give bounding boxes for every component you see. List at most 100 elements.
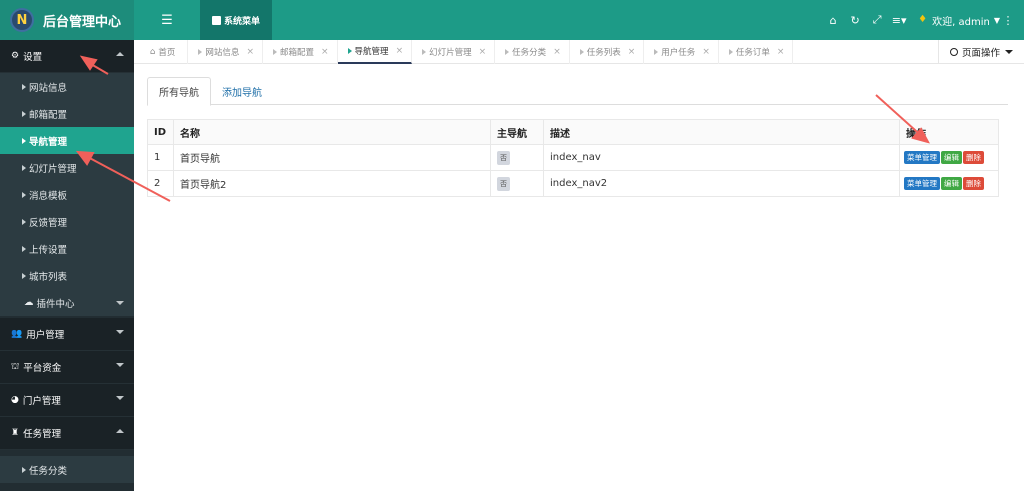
cell-main-nav: 否 <box>490 170 544 197</box>
tab-email-config[interactable]: 邮箱配置 × <box>263 40 338 64</box>
caret-right-icon <box>272 49 277 55</box>
caret-right-icon <box>579 49 584 55</box>
sidebar-group-label: 设置 <box>23 52 43 63</box>
sidebar-item-label: 消息模板 <box>29 190 68 202</box>
sidebar-toggle-icon[interactable]: ☰ <box>134 0 200 40</box>
edit-button[interactable]: 编辑 <box>941 177 962 190</box>
sidebar-group-settings[interactable]: ⚙ 设置 <box>0 40 134 73</box>
tab-label: 导航管理 <box>354 47 389 57</box>
sidebar-item-label: 网站信息 <box>29 82 68 94</box>
pie-icon: ◕ <box>11 395 19 405</box>
tasks-icon: ♜ <box>11 428 20 438</box>
caret-right-icon <box>728 49 733 55</box>
tab-user-tasks[interactable]: 用户任务 × <box>644 40 719 64</box>
top-header: N 后台管理中心 ☰ 系统菜单 ⌂ ↻ ⤢ ≡▾ ♦ 欢迎, admin ▼ ⋮ <box>0 0 1024 40</box>
sidebar-item-slides[interactable]: 幻灯片管理 <box>0 154 134 181</box>
caret-down-icon <box>116 396 124 400</box>
sidebar-item-label: 任务分类 <box>29 465 68 477</box>
sidebar-item-feedback[interactable]: 反馈管理 <box>0 208 134 235</box>
caret-right-icon <box>198 49 203 55</box>
close-icon[interactable]: × <box>321 47 329 57</box>
sidebar-group-label: 平台资金 <box>23 363 62 374</box>
menu-manage-button[interactable]: 菜单管理 <box>904 151 940 164</box>
sidebar-item-email-config[interactable]: 邮箱配置 <box>0 100 134 127</box>
tab-label: 用户任务 <box>661 48 696 58</box>
fullscreen-icon[interactable]: ⤢ <box>866 13 888 27</box>
edit-button[interactable]: 编辑 <box>941 151 962 164</box>
close-icon[interactable]: × <box>702 47 710 57</box>
close-icon[interactable]: × <box>246 47 254 57</box>
close-icon[interactable]: × <box>777 47 785 57</box>
system-menu-button[interactable]: 系统菜单 <box>200 0 273 40</box>
caret-right-icon <box>505 49 510 55</box>
tab-task-category[interactable]: 任务分类 × <box>495 40 570 64</box>
caret-down-icon <box>116 301 124 305</box>
sidebar-item-site-info[interactable]: 网站信息 <box>0 73 134 100</box>
nav-table: ID 名称 主导航 描述 操作 1 首页导航 否 index_nav 菜单管理编… <box>147 119 999 197</box>
close-icon[interactable]: × <box>553 47 561 57</box>
sidebar-item-nav-management[interactable]: 导航管理 <box>0 127 134 154</box>
caret-down-icon <box>116 363 124 367</box>
table-row: 2 首页导航2 否 index_nav2 菜单管理 编辑 删除 <box>147 170 999 197</box>
delete-button[interactable]: 删除 <box>963 177 984 190</box>
caret-right-icon <box>22 164 26 171</box>
sidebar-group-label: 门户管理 <box>22 396 61 407</box>
cell-name: 首页导航2 <box>173 170 491 197</box>
logo-area[interactable]: N 后台管理中心 <box>0 0 134 40</box>
sidebar-group-portal[interactable]: ◕ 门户管理 <box>0 384 134 417</box>
target-icon <box>949 48 958 56</box>
caret-right-icon <box>22 218 26 225</box>
status-badge: 否 <box>497 176 510 191</box>
status-badge: 否 <box>497 150 510 165</box>
sidebar-group-tasks[interactable]: ♜ 任务管理 <box>0 417 134 450</box>
tab-task-orders[interactable]: 任务订单 × <box>719 40 794 64</box>
sidebar-item-task-category[interactable]: 任务分类 <box>0 456 134 483</box>
cloud-icon: ☁ <box>24 297 34 308</box>
sidebar-item-label: 插件中心 <box>36 298 75 310</box>
user-avatar-icon: ♦ <box>918 14 928 25</box>
tab-home[interactable]: ⌂ 首页 <box>134 40 189 64</box>
cell-description: index_nav2 <box>543 170 900 197</box>
tab-add-nav[interactable]: 添加导航 <box>211 77 273 105</box>
sidebar-group-platform-funds[interactable]: ⛫ 平台资金 <box>0 351 134 384</box>
sidebar-item-plugins[interactable]: ☁ 插件中心 <box>0 289 134 316</box>
page-tabs: ⌂ 首页 网站信息 × 邮箱配置 × 导航管理 × 幻灯片管理 × 任务分类 × 任务列表… <box>134 40 1024 64</box>
delete-button[interactable]: 删除 <box>963 151 984 164</box>
sidebar: ⚙ 设置 网站信息 邮箱配置 导航管理 幻灯片管理 消息模板 反馈管理 上传设置… <box>0 40 134 491</box>
cell-name: 首页导航 <box>173 144 491 171</box>
tab-label: 网站信息 <box>205 48 240 58</box>
page-operations-dropdown[interactable]: 页面操作 <box>938 40 1024 64</box>
tab-slides[interactable]: 幻灯片管理 × <box>412 40 496 64</box>
caret-down-icon <box>1005 50 1013 54</box>
user-menu[interactable]: ♦ 欢迎, admin ▼ <box>918 13 1000 28</box>
sidebar-item-label: 邮箱配置 <box>29 109 68 121</box>
col-name: 名称 <box>173 119 491 145</box>
tab-site-info[interactable]: 网站信息 × <box>188 40 263 64</box>
more-vertical-icon[interactable]: ⋮ <box>1000 14 1016 27</box>
caret-right-icon <box>22 137 26 144</box>
sidebar-item-city-list[interactable]: 城市列表 <box>0 262 134 289</box>
sidebar-item-upload-settings[interactable]: 上传设置 <box>0 235 134 262</box>
tab-task-list[interactable]: 任务列表 × <box>570 40 645 64</box>
tab-label: 任务列表 <box>586 48 621 58</box>
cogs-icon: ⚙ <box>11 51 20 61</box>
close-icon[interactable]: × <box>628 47 636 57</box>
sidebar-item-message-templates[interactable]: 消息模板 <box>0 181 134 208</box>
table-header-row: ID 名称 主导航 描述 操作 <box>147 119 999 145</box>
sidebar-group-label: 任务管理 <box>23 429 62 440</box>
page-ops-label: 页面操作 <box>961 48 1000 59</box>
menu-manage-button[interactable]: 菜单管理 <box>904 177 940 190</box>
refresh-icon[interactable]: ↻ <box>844 14 866 27</box>
tab-nav-management[interactable]: 导航管理 × <box>337 40 413 64</box>
home-icon[interactable]: ⌂ <box>822 14 844 27</box>
list-icon[interactable]: ≡▾ <box>888 14 910 27</box>
sidebar-group-users[interactable]: 👥 用户管理 <box>0 318 134 351</box>
sidebar-item-label: 上传设置 <box>29 244 68 256</box>
tab-all-navs[interactable]: 所有导航 <box>147 77 211 106</box>
caret-right-icon <box>347 48 352 54</box>
cell-actions: 菜单管理 编辑 删除 <box>899 170 999 197</box>
close-icon[interactable]: × <box>396 46 404 56</box>
close-icon[interactable]: × <box>479 47 487 57</box>
col-id: ID <box>147 119 174 145</box>
caret-down-icon <box>116 330 124 334</box>
